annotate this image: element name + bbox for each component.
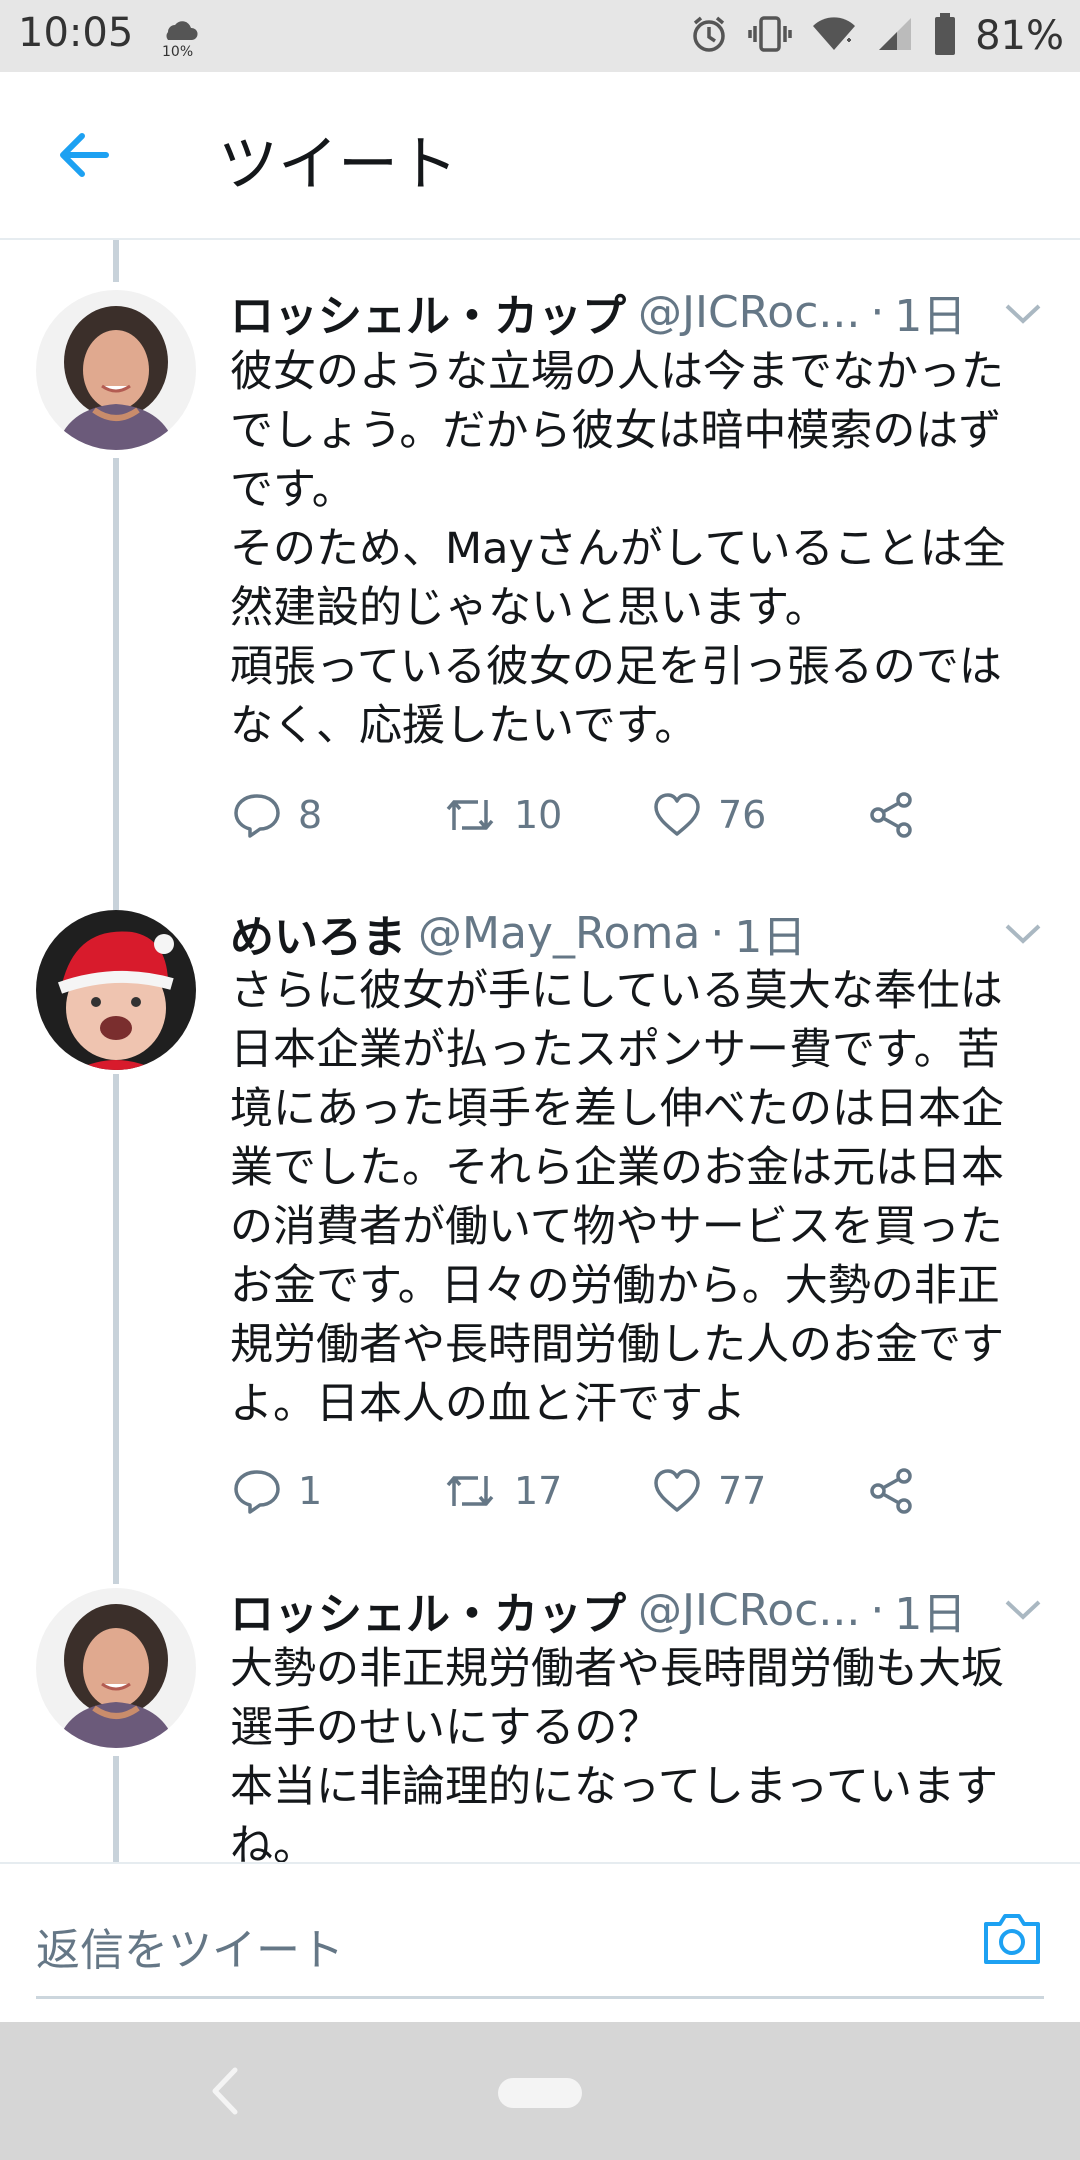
reply-button[interactable]: 1 bbox=[232, 1461, 322, 1521]
tweet-text-line: の消費者が働いて物やサービスを買った bbox=[230, 1202, 1003, 1252]
tweet-header: ロッシェル・カップ @JICRoc... · 1日 bbox=[230, 280, 967, 344]
tweet-time: 1日 bbox=[734, 912, 807, 963]
tweet-separator: · bbox=[870, 286, 885, 338]
tweet-text-line: さらに彼女が手にしている莫大な奉仕は bbox=[230, 966, 1003, 1016]
retweet-button[interactable]: 17 bbox=[442, 1461, 562, 1521]
thread-line bbox=[113, 458, 119, 910]
chevron-down-icon[interactable] bbox=[1004, 1598, 1042, 1622]
like-button[interactable]: 76 bbox=[652, 785, 766, 845]
tweet-text-line: 大勢の非正規労働者や長時間労働も大坂 bbox=[230, 1644, 1004, 1694]
battery-percent: 81% bbox=[975, 13, 1064, 59]
tweet-author-name[interactable]: ロッシェル・カップ bbox=[230, 1578, 626, 1642]
retweet-count: 10 bbox=[514, 793, 563, 837]
tweet-text: 彼女のような立場の人は今までなかった でしょう。だから彼女は暗中模索のはず です… bbox=[230, 343, 1050, 756]
home-pill-icon[interactable] bbox=[498, 2078, 582, 2108]
battery-icon bbox=[933, 12, 957, 60]
heart-icon bbox=[654, 793, 700, 836]
tweet-text-line: でしょう。だから彼女は暗中模索のはず bbox=[230, 406, 1002, 456]
share-icon bbox=[870, 1468, 912, 1514]
like-button[interactable]: 77 bbox=[652, 1461, 766, 1521]
retweet-icon bbox=[446, 800, 494, 830]
status-time: 10:05 bbox=[18, 10, 134, 56]
thread-line bbox=[113, 240, 119, 282]
like-count: 76 bbox=[718, 793, 767, 837]
reply-input[interactable]: 返信をツイート bbox=[36, 1914, 344, 1978]
reply-count: 1 bbox=[298, 1469, 323, 1513]
thread-line bbox=[113, 1756, 119, 1862]
chevron-down-icon[interactable] bbox=[1004, 302, 1042, 326]
tweet-text-line: 本当に非論理的になってしまっています bbox=[230, 1762, 998, 1812]
retweet-count: 17 bbox=[514, 1469, 563, 1513]
tweet-text-line: 業でした。それら企業のお金は元は日本 bbox=[230, 1143, 1004, 1193]
tweet-text-line: そのため、Mayさんがしていることは全 bbox=[230, 524, 1006, 574]
tweet-text: さらに彼女が手にしている莫大な奉仕は 日本企業が払ったスポンサー費です。苦 境に… bbox=[230, 962, 1050, 1434]
tweet-author-handle[interactable]: @JICRoc... bbox=[638, 1585, 860, 1636]
reply-count: 8 bbox=[298, 793, 323, 837]
cloud-icon: 10% bbox=[160, 14, 200, 60]
reply-button[interactable]: 8 bbox=[232, 785, 322, 845]
reply-composer[interactable]: 返信をツイート bbox=[0, 1862, 1080, 2024]
wifi-icon bbox=[811, 14, 857, 58]
avatar[interactable] bbox=[36, 1588, 196, 1748]
share-button[interactable] bbox=[866, 785, 916, 845]
camera-icon[interactable] bbox=[980, 1910, 1044, 1968]
status-bar: 10:05 10% 81% bbox=[0, 0, 1080, 72]
tweet-author-handle[interactable]: @May_Roma bbox=[418, 908, 700, 959]
tweet-text-line: です。 bbox=[230, 465, 355, 515]
nav-back-icon[interactable] bbox=[205, 2062, 245, 2120]
heart-icon bbox=[654, 1469, 700, 1512]
tweet-text-line: 頑張っている彼女の足を引っ張るのでは bbox=[230, 642, 1002, 692]
alarm-icon bbox=[689, 14, 729, 58]
tweet-separator: · bbox=[710, 907, 725, 959]
app-bar: ツイート bbox=[0, 72, 1080, 240]
tweet-text: 大勢の非正規労働者や長時間労働も大坂 選手のせいにするの？ 本当に非論理的になっ… bbox=[230, 1640, 1050, 1862]
system-nav-bar bbox=[0, 2022, 1080, 2160]
avatar[interactable] bbox=[36, 290, 196, 450]
tweet-header: めいろま @May_Roma · 1日 bbox=[230, 901, 807, 965]
retweet-button[interactable]: 10 bbox=[442, 785, 562, 845]
tweet-actions: 8 10 76 bbox=[232, 785, 932, 845]
reply-underline bbox=[36, 1996, 1044, 1999]
page-title: ツイート bbox=[218, 130, 458, 200]
tweet-text-line: 彼女のような立場の人は今までなかった bbox=[230, 347, 1004, 397]
share-button[interactable] bbox=[866, 1461, 916, 1521]
retweet-icon bbox=[446, 1476, 494, 1506]
tweet-text-line: 然建設的じゃないと思います。 bbox=[230, 583, 828, 633]
chevron-down-icon[interactable] bbox=[1004, 922, 1042, 946]
tweet-text-line: 境にあった頃手を差し伸べたのは日本企 bbox=[230, 1084, 1004, 1134]
arrow-left-icon[interactable] bbox=[52, 127, 116, 183]
tweet-text-line: お金です。日々の労働から。大勢の非正 bbox=[230, 1261, 1000, 1311]
tweet-time: 1日 bbox=[894, 291, 967, 342]
tweet-text-line: 選手のせいにするの？ bbox=[230, 1703, 661, 1753]
tweet-author-handle[interactable]: @JICRoc... bbox=[638, 287, 860, 338]
tweet-actions: 1 17 77 bbox=[232, 1461, 932, 1521]
tweet-separator: · bbox=[870, 1584, 885, 1636]
reply-icon bbox=[234, 1470, 280, 1514]
like-count: 77 bbox=[718, 1469, 767, 1513]
tweet-author-name[interactable]: めいろま bbox=[230, 901, 406, 965]
tweet-text-line: よ。日本人の血と汗ですよ bbox=[230, 1379, 746, 1429]
share-icon bbox=[870, 792, 912, 838]
tweet-header: ロッシェル・カップ @JICRoc... · 1日 bbox=[230, 1578, 967, 1642]
tweet-text-line: なく、応援したいです。 bbox=[230, 701, 698, 751]
tweet-time: 1日 bbox=[894, 1589, 967, 1640]
tweet-text-line: 日本企業が払ったスポンサー費です。苦 bbox=[230, 1025, 1000, 1075]
avatar[interactable] bbox=[36, 910, 196, 1070]
signal-icon bbox=[875, 14, 915, 58]
reply-icon bbox=[234, 794, 280, 838]
vibrate-icon bbox=[747, 14, 793, 58]
tweet-author-name[interactable]: ロッシェル・カップ bbox=[230, 280, 626, 344]
tweet-text-line: ね。 bbox=[230, 1821, 316, 1862]
weather-percent: 10% bbox=[162, 44, 193, 58]
thread-line bbox=[113, 1074, 119, 1584]
tweet-text-line: 規労働者や長時間労働した人のお金です bbox=[230, 1320, 1004, 1370]
